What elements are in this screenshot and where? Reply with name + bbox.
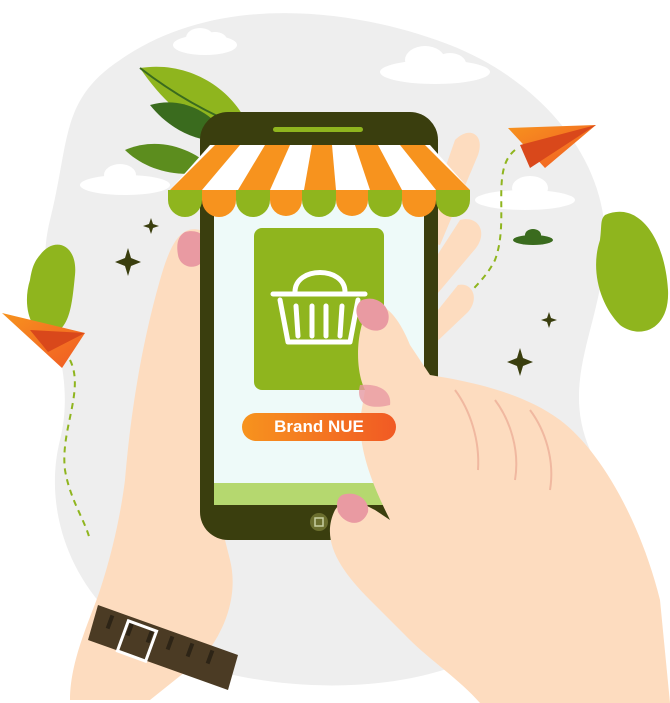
brand-label[interactable]: Brand NUE bbox=[242, 413, 396, 441]
illustration bbox=[2, 13, 670, 703]
green-blob-right bbox=[596, 211, 669, 332]
shop-awning bbox=[168, 145, 470, 217]
